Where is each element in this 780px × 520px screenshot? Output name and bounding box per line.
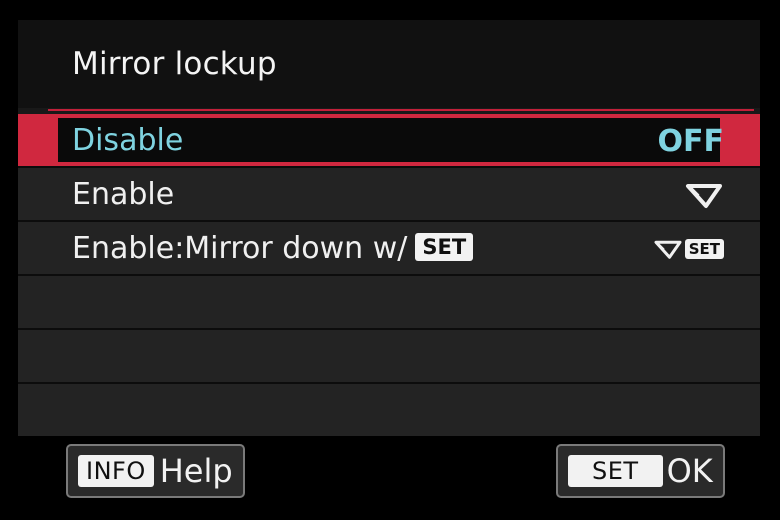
option-label-text: Enable:Mirror down w/ [72, 231, 408, 266]
set-badge: SET [684, 239, 724, 259]
set-badge: SET [415, 233, 474, 261]
camera-menu-screen: Mirror lockup Disable OFF Enable Enable:… [18, 20, 760, 436]
option-value: SET [653, 231, 724, 267]
set-key-badge: SET [568, 455, 663, 487]
option-label: Enable:Mirror down w/SET [72, 231, 474, 266]
option-value: OFF [657, 123, 725, 159]
help-label: Help [159, 452, 233, 490]
ok-label: OK [666, 452, 713, 490]
option-label: Enable [72, 177, 175, 212]
option-enable-mirror-down[interactable]: Enable:Mirror down w/SET SET [18, 222, 760, 276]
option-value [684, 177, 724, 213]
info-key-badge: INFO [78, 455, 154, 487]
empty-row [18, 384, 760, 436]
page-title: Mirror lockup [72, 46, 277, 82]
option-disable[interactable]: Disable OFF [18, 114, 760, 168]
empty-row [18, 276, 760, 330]
option-label: Disable [72, 123, 184, 158]
title-bar: Mirror lockup [18, 20, 760, 108]
help-button[interactable]: INFO Help [66, 444, 245, 498]
ok-button[interactable]: SET OK [556, 444, 725, 498]
mirror-lockup-icon [654, 240, 682, 259]
mirror-lockup-icon [686, 184, 722, 208]
empty-row [18, 330, 760, 384]
option-list: Disable OFF Enable Enable:Mirror down w/… [18, 114, 760, 436]
title-divider [48, 109, 754, 111]
option-enable[interactable]: Enable [18, 168, 760, 222]
